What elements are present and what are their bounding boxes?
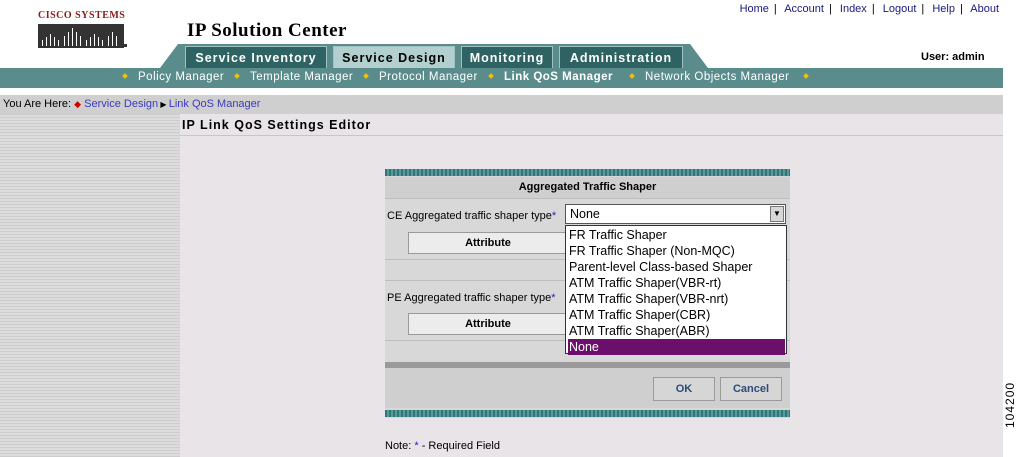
pe-shaper-type-label: PE Aggregated traffic shaper type* bbox=[387, 292, 556, 304]
required-mark: * bbox=[414, 440, 419, 452]
cisco-bridge-logo-icon bbox=[38, 24, 127, 48]
subnav-link-qos-manager[interactable]: Link QoS Manager bbox=[504, 71, 613, 83]
left-gutter bbox=[0, 114, 180, 457]
option-fr-traffic-shaper[interactable]: FR Traffic Shaper bbox=[568, 227, 785, 243]
panel-top-strip bbox=[385, 169, 790, 176]
home-link[interactable]: Home bbox=[740, 3, 769, 15]
about-link[interactable]: About bbox=[970, 3, 999, 15]
index-link[interactable]: Index bbox=[840, 3, 867, 15]
breadcrumb-service-design[interactable]: Service Design bbox=[84, 98, 158, 110]
ce-shaper-type-select[interactable]: None ▼ bbox=[565, 204, 786, 224]
breadcrumb-arrow-icon: ▶ bbox=[158, 100, 169, 109]
subnav-policy-manager[interactable]: Policy Manager bbox=[138, 71, 224, 83]
required-mark: * bbox=[551, 210, 557, 222]
pe-attribute-header: Attribute bbox=[408, 313, 568, 335]
breadcrumb-marker-icon: ◆ bbox=[74, 99, 82, 109]
top-links: Home | Account | Index | Logout | Help | Abou… bbox=[739, 3, 999, 15]
option-atm-vbr-nrt[interactable]: ATM Traffic Shaper(VBR-nrt) bbox=[568, 291, 785, 307]
page-title: IP Link QoS Settings Editor bbox=[182, 118, 372, 132]
tab-service-design[interactable]: Service Design bbox=[333, 46, 455, 68]
option-atm-vbr-rt[interactable]: ATM Traffic Shaper(VBR-rt) bbox=[568, 275, 785, 291]
breadcrumb: You Are Here: ◆ Service Design ▶ Link Qo… bbox=[3, 98, 260, 110]
option-fr-traffic-shaper-non-mqc[interactable]: FR Traffic Shaper (Non-MQC) bbox=[568, 243, 785, 259]
logout-link[interactable]: Logout bbox=[883, 3, 917, 15]
note-text: - Required Field bbox=[421, 440, 500, 452]
option-atm-cbr[interactable]: ATM Traffic Shaper(CBR) bbox=[568, 307, 785, 323]
tab-service-inventory[interactable]: Service Inventory bbox=[185, 46, 327, 68]
ce-shaper-type-text: CE Aggregated traffic shaper type bbox=[387, 210, 552, 222]
note-prefix: Note: bbox=[385, 440, 412, 452]
breadcrumb-prefix: You Are Here: bbox=[3, 98, 72, 110]
required-field-note: Note: * - Required Field bbox=[385, 440, 500, 452]
subnav-protocol-manager[interactable]: Protocol Manager bbox=[379, 71, 478, 83]
select-value: None bbox=[570, 207, 600, 221]
company-name: Cisco Systems bbox=[38, 10, 126, 21]
form-header: Aggregated Traffic Shaper bbox=[385, 177, 790, 199]
pe-shaper-type-text: PE Aggregated traffic shaper type bbox=[387, 292, 552, 304]
shaper-type-options: FR Traffic Shaper FR Traffic Shaper (Non… bbox=[565, 225, 787, 355]
dropdown-arrow-icon[interactable]: ▼ bbox=[770, 206, 784, 222]
panel-bottom-strip bbox=[385, 410, 790, 417]
option-atm-abr[interactable]: ATM Traffic Shaper(ABR) bbox=[568, 323, 785, 339]
cancel-button[interactable]: Cancel bbox=[720, 377, 782, 401]
user-label: User: admin bbox=[921, 51, 985, 63]
account-link[interactable]: Account bbox=[784, 3, 824, 15]
figure-number: 104200 bbox=[1003, 381, 1017, 428]
option-parent-level-class-based-shaper[interactable]: Parent-level Class-based Shaper bbox=[568, 259, 785, 275]
tab-monitoring[interactable]: Monitoring bbox=[461, 46, 553, 68]
cisco-logo: Cisco Systems bbox=[38, 10, 128, 54]
option-none[interactable]: None bbox=[568, 339, 785, 355]
help-link[interactable]: Help bbox=[932, 3, 955, 15]
ce-attribute-header: Attribute bbox=[408, 232, 568, 254]
ok-button[interactable]: OK bbox=[653, 377, 715, 401]
ce-shaper-type-label: CE Aggregated traffic shaper type* bbox=[387, 210, 556, 222]
subnav-network-objects-manager[interactable]: Network Objects Manager bbox=[645, 71, 789, 83]
title-divider bbox=[180, 135, 1003, 136]
required-mark: * bbox=[551, 292, 556, 304]
tab-administration[interactable]: Administration bbox=[559, 46, 683, 68]
app-title: IP Solution Center bbox=[187, 20, 347, 41]
breadcrumb-link-qos-manager[interactable]: Link QoS Manager bbox=[169, 98, 261, 110]
subnav-template-manager[interactable]: Template Manager bbox=[250, 71, 353, 83]
